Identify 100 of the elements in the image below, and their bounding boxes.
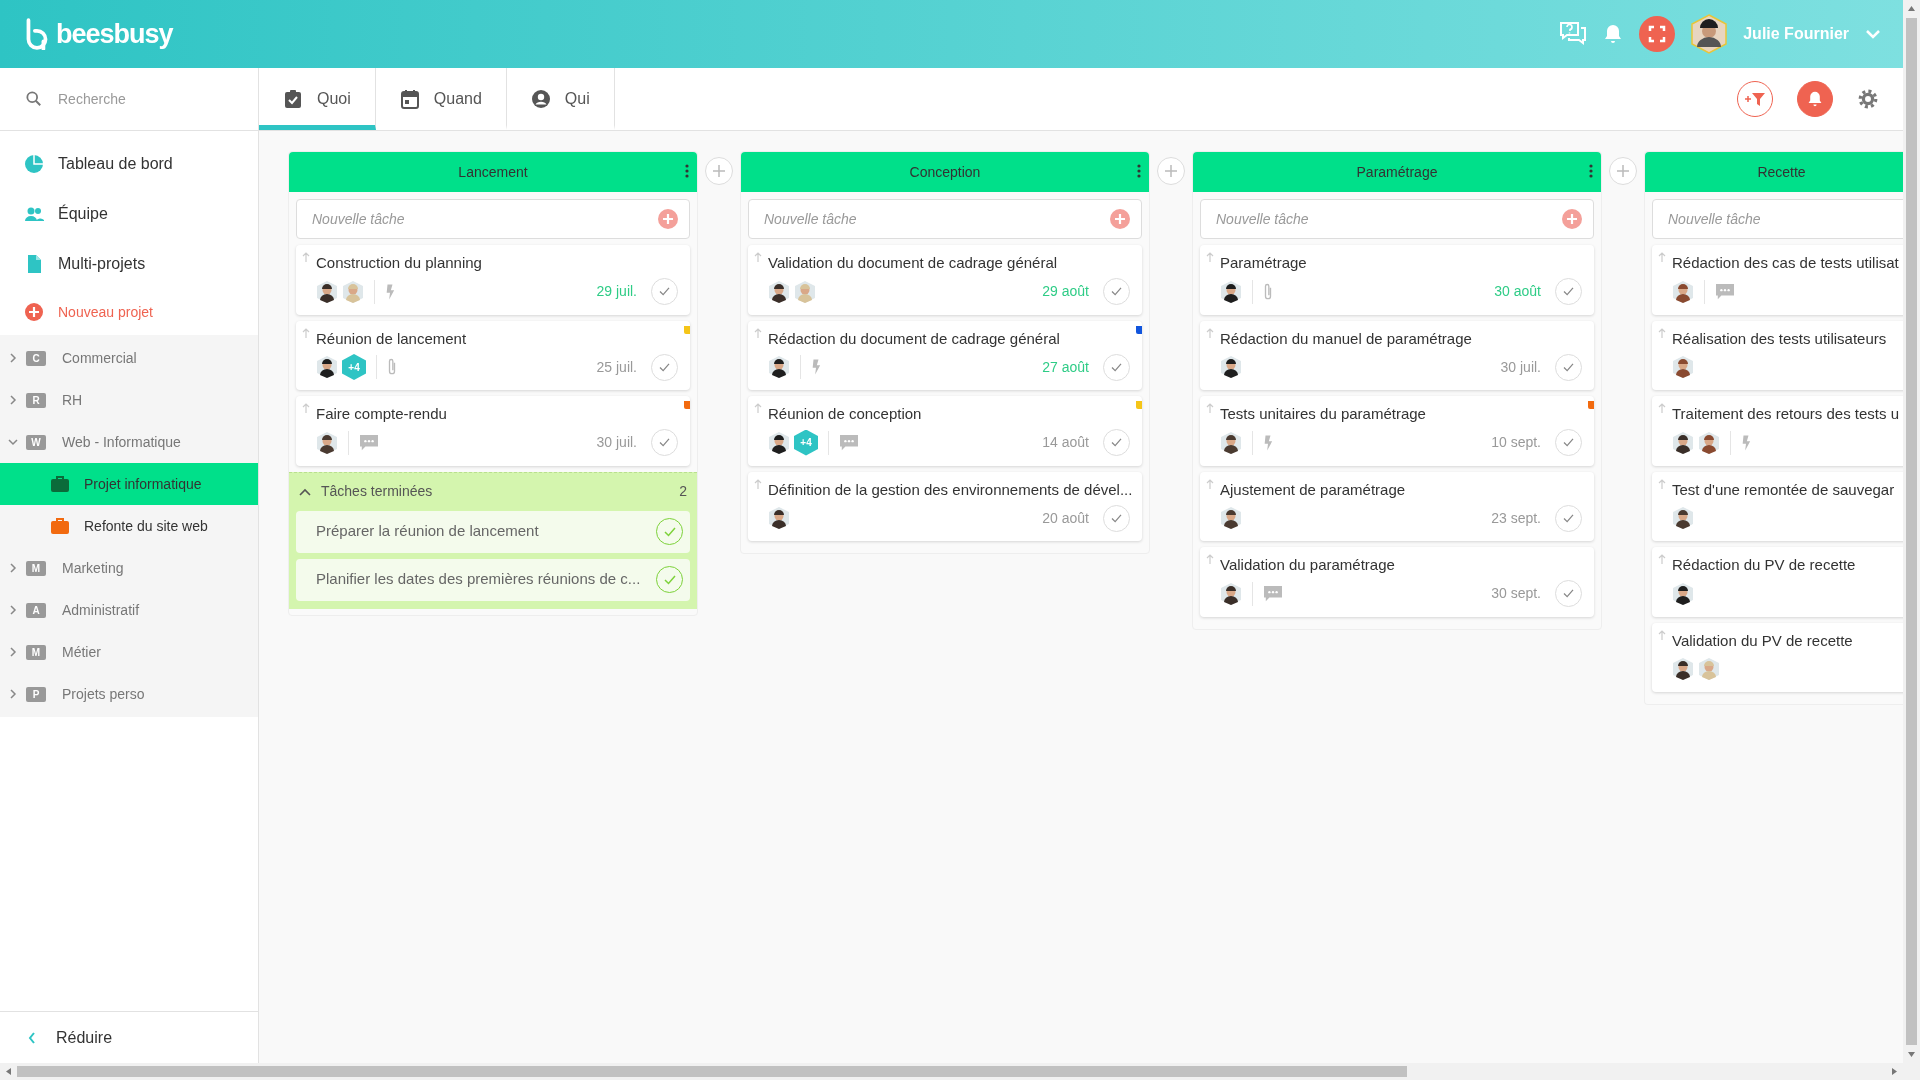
- nav-link[interactable]: Équipe: [0, 189, 258, 239]
- more-options-icon[interactable]: [1589, 164, 1593, 178]
- task-card[interactable]: Ajustement de paramétrage 23 sept.: [1200, 471, 1594, 541]
- chevron-down-icon[interactable]: [8, 437, 18, 447]
- completed-task-title: Planifier les dates des premières réunions de c...: [316, 569, 641, 590]
- due-date: 10 sept.: [1491, 433, 1541, 452]
- help-chat-icon[interactable]: [1559, 21, 1588, 47]
- task-card[interactable]: Faire compte-rendu 30 juil.: [296, 396, 690, 466]
- complete-button[interactable]: [651, 278, 678, 305]
- settings-icon[interactable]: [1857, 88, 1879, 110]
- chevron-right-icon[interactable]: [8, 563, 18, 573]
- add-icon[interactable]: [658, 209, 678, 229]
- task-card[interactable]: Rédaction des cas de tests utilisat: [1652, 245, 1903, 315]
- bell-icon[interactable]: [1603, 23, 1624, 45]
- new-task-field[interactable]: Nouvelle tâche: [1652, 199, 1903, 239]
- chevron-right-icon[interactable]: [8, 605, 18, 615]
- task-card[interactable]: Test d'une remontée de sauvegar: [1652, 471, 1903, 541]
- task-card[interactable]: Construction du planning 29 juil.: [296, 245, 690, 315]
- nav-link[interactable]: Tableau de bord: [0, 139, 258, 189]
- due-date: 20 août: [1042, 508, 1089, 528]
- add-filter-button[interactable]: [1737, 81, 1773, 117]
- add-icon[interactable]: [1110, 209, 1130, 229]
- more-options-icon[interactable]: [1137, 164, 1141, 178]
- project-item[interactable]: Refonte du site web: [0, 505, 258, 547]
- dashboard-pie-icon: [24, 154, 44, 174]
- complete-button[interactable]: [1103, 353, 1130, 381]
- arrow-up-icon: [1658, 478, 1666, 489]
- project-name: Commercial: [62, 348, 137, 368]
- project-item[interactable]: Projet informatique: [0, 463, 258, 505]
- task-card[interactable]: Rédaction du manuel de paramétrage 30 juil.: [1200, 320, 1594, 390]
- complete-button[interactable]: [1555, 580, 1582, 607]
- column-title: Paramétrage: [1356, 162, 1438, 182]
- task-card[interactable]: Rédaction du document de cadrage général 27 août: [748, 320, 1142, 390]
- project-name: Web - Informatique: [62, 432, 181, 452]
- column-title: Lancement: [458, 162, 528, 182]
- task-card[interactable]: Définition de la gestion des environnements de dével... 20 août: [748, 471, 1142, 541]
- completed-task-title: Préparer la réunion de lancement: [316, 521, 539, 542]
- new-task-field[interactable]: Nouvelle tâche: [748, 199, 1142, 239]
- project-item[interactable]: C Commercial: [0, 337, 258, 379]
- task-card[interactable]: Validation du paramétrage 30 sept.: [1200, 547, 1594, 617]
- project-initial: C: [26, 350, 46, 366]
- project-name: Métier: [62, 642, 101, 662]
- project-item[interactable]: W Web - Informatique: [0, 421, 258, 463]
- task-card[interactable]: Tests unitaires du paramétrage 10 sept.: [1200, 396, 1594, 466]
- chevron-down-icon[interactable]: [1865, 29, 1881, 39]
- add-column-button[interactable]: [1609, 157, 1637, 185]
- chevron-right-icon[interactable]: [8, 353, 18, 363]
- chevron-right-icon[interactable]: [8, 647, 18, 657]
- arrow-up-icon: [302, 252, 310, 262]
- complete-button[interactable]: [1555, 504, 1582, 532]
- project-item[interactable]: M Marketing: [0, 547, 258, 589]
- task-title: Réalisation des tests utilisateurs: [1672, 328, 1888, 349]
- task-card[interactable]: Paramétrage 30 août: [1200, 245, 1594, 315]
- add-column-button[interactable]: [1157, 157, 1185, 185]
- project-item[interactable]: A Administratif: [0, 589, 258, 631]
- chevron-right-icon[interactable]: [8, 689, 18, 699]
- add-column-button[interactable]: [705, 157, 733, 185]
- tab[interactable]: Quoi: [259, 68, 376, 130]
- task-card[interactable]: Réunion de lancement +4 25 juil.: [296, 320, 690, 390]
- new-task-field[interactable]: Nouvelle tâche: [1200, 199, 1594, 239]
- check-icon: [1563, 513, 1574, 523]
- nav-link[interactable]: Multi-projets: [0, 239, 258, 289]
- complete-button[interactable]: [651, 353, 678, 381]
- complete-button[interactable]: [1103, 278, 1130, 305]
- task-title: Test d'une remontée de sauvegar: [1672, 479, 1896, 500]
- chevron-right-icon[interactable]: [8, 395, 18, 405]
- brand-name: beesbusy: [56, 17, 173, 51]
- fullscreen-button[interactable]: [1639, 16, 1676, 52]
- task-card[interactable]: Validation du PV de recette: [1652, 622, 1903, 692]
- new-task-field[interactable]: Nouvelle tâche: [296, 199, 690, 239]
- task-title: Validation du document de cadrage général: [768, 253, 1059, 273]
- arrow-up-icon: [1658, 403, 1666, 413]
- project-initial: M: [26, 560, 46, 576]
- complete-button[interactable]: [1555, 353, 1582, 381]
- project-item[interactable]: P Projets perso: [0, 673, 258, 715]
- complete-button[interactable]: [651, 429, 678, 456]
- task-title: Définition de la gestion des environnements de dével...: [768, 479, 1130, 500]
- done-section-header[interactable]: Tâches terminées 2: [289, 472, 697, 511]
- task-card[interactable]: Réunion de conception +4 14 août: [748, 396, 1142, 466]
- complete-button[interactable]: [1103, 429, 1130, 456]
- task-card[interactable]: Rédaction du PV de recette: [1652, 547, 1903, 617]
- add-icon[interactable]: [1562, 209, 1582, 229]
- project-initial: R: [26, 392, 46, 408]
- check-icon: [1111, 287, 1122, 296]
- chevron-left-icon: [28, 1031, 36, 1044]
- task-card[interactable]: Réalisation des tests utilisateurs: [1652, 320, 1903, 390]
- project-initial: M: [26, 644, 46, 660]
- task-card[interactable]: Validation du document de cadrage général 29 août: [748, 245, 1142, 315]
- project-item[interactable]: R RH: [0, 379, 258, 421]
- project-item[interactable]: M Métier: [0, 631, 258, 673]
- complete-button[interactable]: [1555, 278, 1582, 305]
- complete-button[interactable]: [1555, 429, 1582, 456]
- avatar[interactable]: [1691, 14, 1728, 54]
- notification-button[interactable]: [1797, 81, 1833, 117]
- task-title: Rédaction du manuel de paramétrage: [1220, 328, 1473, 349]
- task-card[interactable]: Traitement des retours des tests u: [1652, 396, 1903, 466]
- more-options-icon[interactable]: [685, 164, 689, 178]
- complete-button[interactable]: [1103, 504, 1130, 532]
- task-title: Faire compte-rendu: [316, 404, 448, 424]
- arrow-up-icon: [754, 478, 762, 489]
